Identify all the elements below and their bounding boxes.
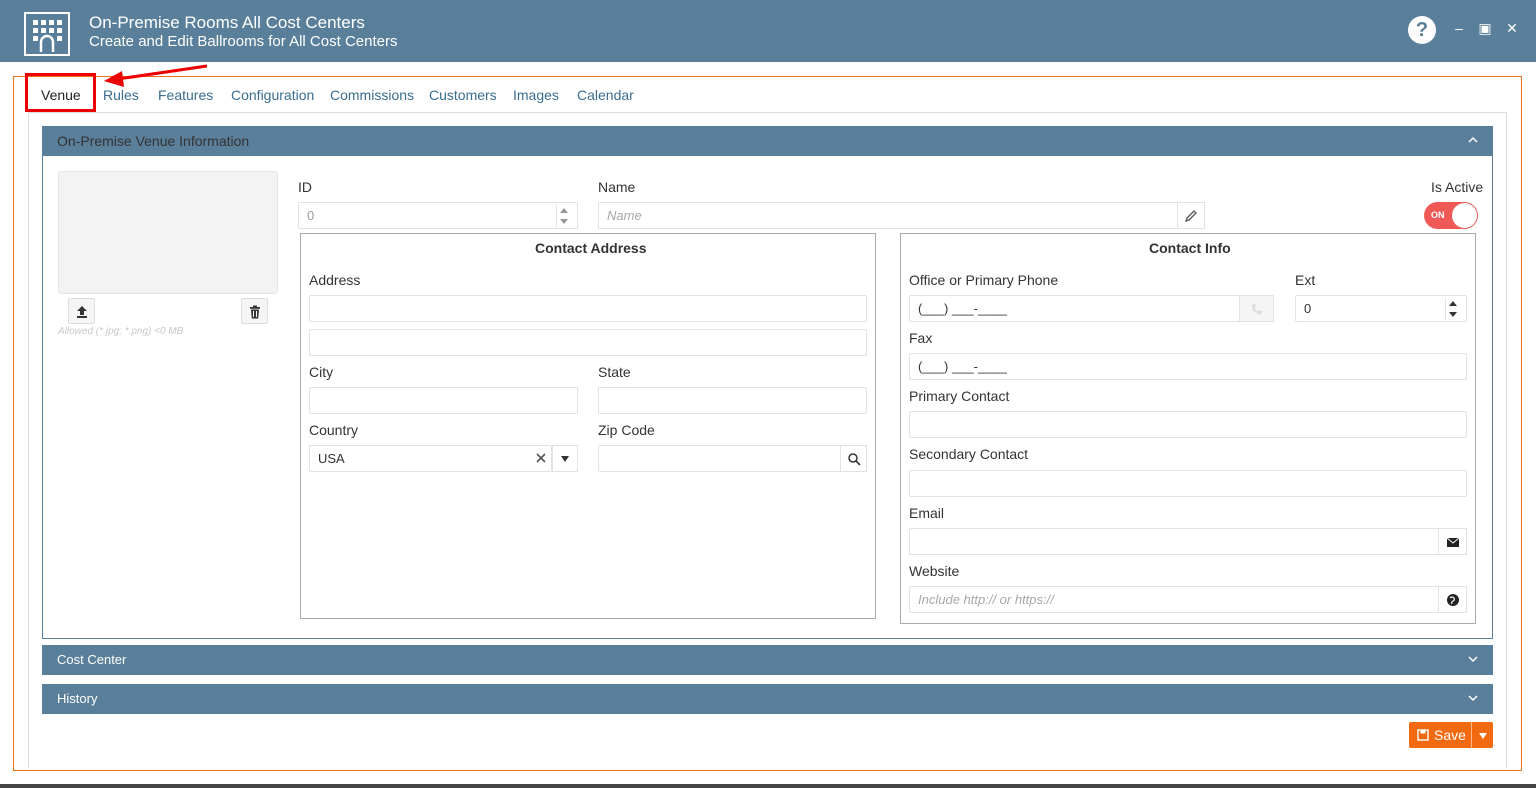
window-subtitle: Create and Edit Ballrooms for All Cost C…	[89, 33, 398, 50]
secondary-contact-label: Secondary Contact	[909, 446, 1029, 462]
caret-down-icon	[561, 456, 569, 462]
annotation-arrow	[104, 64, 208, 87]
fax-input[interactable]: (___) ___-____	[909, 353, 1467, 380]
address-label: Address	[309, 272, 361, 288]
history-panel-header[interactable]: History	[42, 684, 1493, 714]
ext-input[interactable]: 0	[1295, 295, 1467, 322]
is-active-label: Is Active	[1431, 179, 1484, 195]
toggle-knob	[1452, 203, 1477, 228]
title-bar: On-Premise Rooms All Cost Centers Create…	[0, 0, 1536, 62]
chevron-down-icon[interactable]	[1467, 653, 1479, 665]
website-label: Website	[909, 563, 960, 579]
address-line1-input[interactable]	[309, 295, 867, 322]
pencil-icon	[1184, 210, 1197, 223]
trash-icon	[249, 305, 260, 319]
country-dropdown-button[interactable]	[552, 445, 578, 472]
state-input[interactable]	[598, 387, 867, 414]
toggle-state-label: ON	[1431, 210, 1445, 220]
chevron-up-icon[interactable]	[1467, 134, 1479, 146]
building-icon	[24, 12, 70, 56]
zip-code-input[interactable]	[598, 445, 841, 472]
fax-label: Fax	[909, 330, 933, 346]
annotation-highlight-box	[25, 73, 96, 112]
tab-customers[interactable]: Customers	[429, 87, 497, 103]
address-line2-input[interactable]	[309, 329, 867, 356]
spinner-arrows-icon	[560, 208, 568, 224]
history-panel-title: History	[57, 691, 98, 706]
close-button[interactable]: ✕	[1504, 20, 1520, 36]
upload-icon	[76, 306, 87, 318]
bottom-edge	[0, 784, 1536, 788]
clear-country-icon[interactable]	[535, 452, 547, 464]
ext-spinner[interactable]	[1445, 298, 1459, 320]
email-input[interactable]	[909, 528, 1439, 555]
city-input[interactable]	[309, 387, 578, 414]
tab-features[interactable]: Features	[158, 87, 213, 103]
phone-input[interactable]: (___) ___-____	[909, 295, 1240, 322]
delete-image-button[interactable]	[241, 298, 268, 324]
cost-center-panel-header[interactable]: Cost Center	[42, 645, 1493, 675]
cost-center-panel-title: Cost Center	[57, 652, 127, 667]
minimize-button[interactable]: –	[1451, 20, 1467, 36]
is-active-toggle[interactable]: ON	[1424, 202, 1478, 229]
ext-label: Ext	[1295, 272, 1316, 288]
spinner-arrows-icon	[1449, 301, 1457, 317]
save-button-label: Save	[1434, 727, 1466, 743]
id-label: ID	[298, 179, 312, 195]
phone-label: Office or Primary Phone	[909, 272, 1059, 288]
help-icon[interactable]: ?	[1408, 16, 1436, 44]
name-input[interactable]: Name	[598, 202, 1178, 229]
tab-images[interactable]: Images	[513, 87, 559, 103]
contact-info-title: Contact Info	[1149, 240, 1231, 256]
name-label: Name	[598, 179, 636, 195]
contact-address-title: Contact Address	[535, 240, 647, 256]
venue-panel-title: On-Premise Venue Information	[57, 133, 250, 149]
tab-calendar[interactable]: Calendar	[577, 87, 634, 103]
email-label: Email	[909, 505, 945, 521]
open-website-button[interactable]	[1438, 586, 1467, 613]
save-button[interactable]: Save	[1409, 722, 1493, 748]
website-input[interactable]: Include http:// or https://	[909, 586, 1439, 613]
phone-icon	[1251, 304, 1262, 315]
primary-contact-label: Primary Contact	[909, 388, 1010, 404]
id-field[interactable]: 0	[298, 202, 578, 229]
tab-rules[interactable]: Rules	[103, 87, 139, 103]
contact-address-box	[300, 233, 876, 619]
country-select[interactable]: USA	[309, 445, 552, 472]
country-label: Country	[309, 422, 359, 438]
state-label: State	[598, 364, 631, 380]
phone-call-button[interactable]	[1239, 295, 1274, 322]
save-split-divider	[1471, 722, 1472, 748]
allowed-file-types-note: Allowed (*.jpg; *.png) <0 MB	[58, 326, 184, 337]
search-icon	[847, 453, 861, 466]
tab-configuration[interactable]: Configuration	[231, 87, 314, 103]
secondary-contact-input[interactable]	[909, 470, 1467, 497]
globe-icon	[1446, 594, 1459, 606]
id-spinner[interactable]	[556, 205, 570, 227]
window-title: On-Premise Rooms All Cost Centers	[89, 13, 365, 32]
maximize-button[interactable]: ▣	[1477, 20, 1493, 36]
chevron-down-icon[interactable]	[1467, 692, 1479, 704]
caret-down-icon[interactable]	[1479, 733, 1487, 739]
primary-contact-input[interactable]	[909, 411, 1467, 438]
city-label: City	[309, 364, 334, 380]
upload-button[interactable]	[68, 298, 95, 324]
venue-image-placeholder[interactable]	[58, 171, 278, 294]
zip-code-label: Zip Code	[598, 422, 655, 438]
edit-name-button[interactable]	[1177, 202, 1205, 229]
tab-commissions[interactable]: Commissions	[330, 87, 414, 103]
zip-search-button[interactable]	[840, 445, 867, 472]
floppy-disk-icon	[1417, 729, 1429, 741]
venue-panel-header[interactable]: On-Premise Venue Information	[42, 126, 1493, 156]
send-email-button[interactable]	[1438, 528, 1467, 555]
envelope-icon	[1446, 537, 1459, 547]
